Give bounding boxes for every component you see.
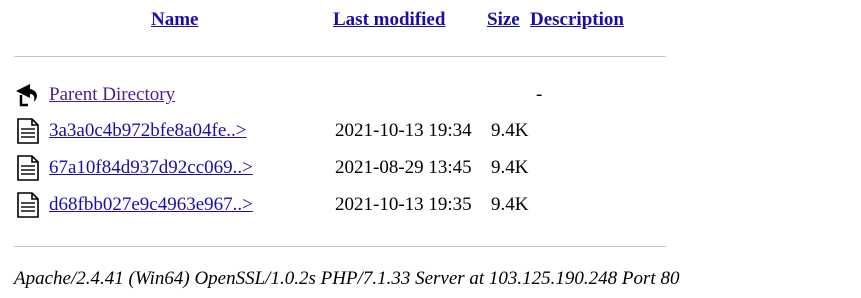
column-header-description[interactable]: Description — [530, 8, 624, 32]
file-size: 9.4K — [491, 194, 529, 215]
file-size: 9.4K — [491, 157, 529, 178]
file-modified: 2021-08-29 13:45 — [335, 157, 472, 178]
file-icon — [14, 155, 42, 181]
column-header-last-modified[interactable]: Last modified — [333, 8, 445, 32]
file-icon — [14, 192, 42, 218]
back-arrow-icon — [14, 82, 42, 108]
file-link[interactable]: 3a3a0c4b972bfe8a04fe..> — [49, 119, 246, 143]
parent-directory-link[interactable]: Parent Directory — [49, 83, 175, 107]
server-signature: Apache/2.4.41 (Win64) OpenSSL/1.0.2s PHP… — [14, 268, 680, 289]
file-modified: 2021-10-13 19:34 — [335, 120, 472, 141]
file-link[interactable]: d68fbb027e9c4963e967..> — [49, 193, 253, 217]
header-divider — [14, 56, 666, 57]
file-icon — [14, 118, 42, 144]
file-link[interactable]: 67a10f84d937d92cc069..> — [49, 156, 253, 180]
parent-directory-size: - — [536, 84, 543, 105]
column-header-size[interactable]: Size — [487, 8, 520, 32]
file-modified: 2021-10-13 19:35 — [335, 194, 472, 215]
footer-divider — [14, 246, 666, 247]
file-size: 9.4K — [491, 120, 529, 141]
column-header-name[interactable]: Name — [151, 8, 198, 32]
